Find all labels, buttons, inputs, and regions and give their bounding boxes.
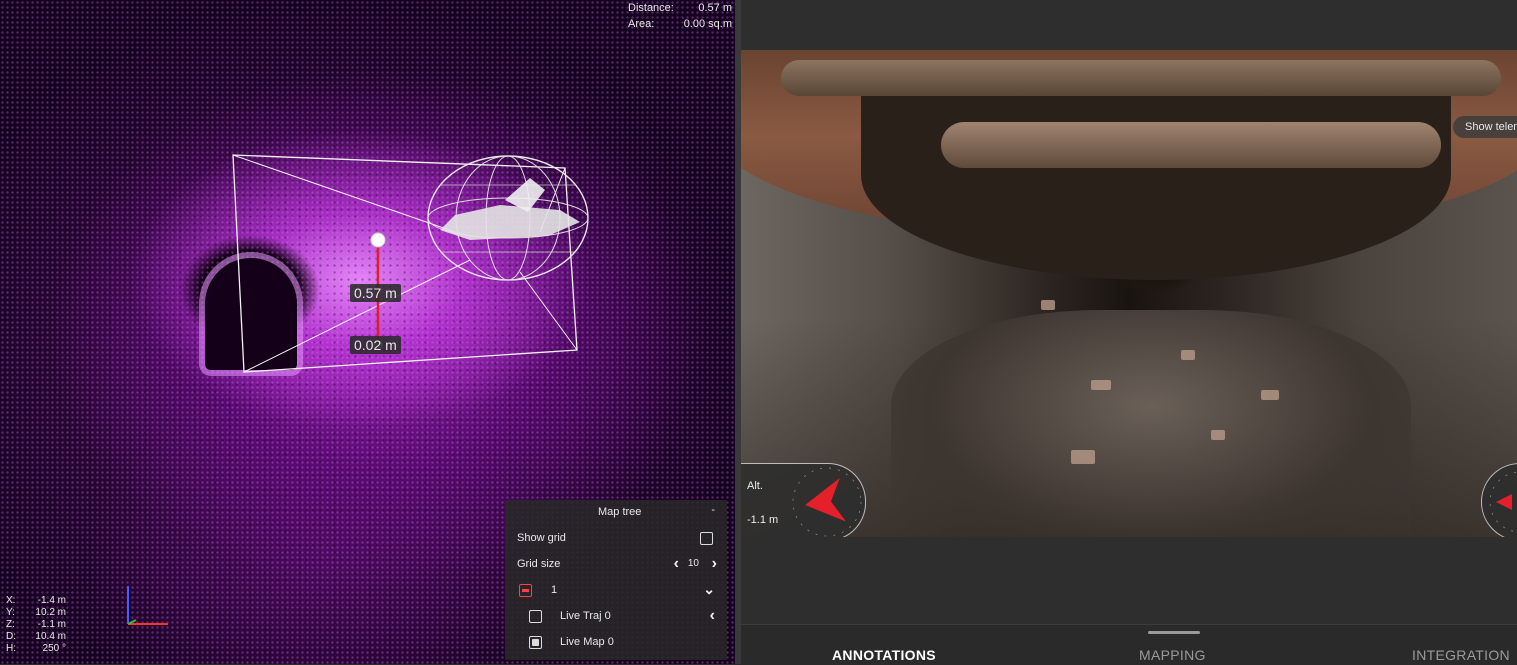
altitude-gauge: Alt. -1.1 m: [741, 463, 866, 537]
drawer-handle[interactable]: [1148, 631, 1200, 634]
live-map-checkbox[interactable]: [529, 636, 542, 649]
tab-integration[interactable]: INTEGRATION: [1412, 647, 1510, 663]
grid-size-label: Grid size: [517, 558, 561, 570]
coord-d-label: D:: [6, 631, 16, 642]
live-traj-checkbox[interactable]: [529, 610, 542, 623]
chevron-left-icon[interactable]: ‹: [710, 608, 715, 624]
height-measure-label: 0.57 m: [350, 284, 401, 302]
altitude-arrow-icon: [792, 467, 862, 537]
debris-chunk: [1261, 390, 1279, 400]
coord-x-value: -1.4 m: [37, 595, 66, 606]
bottom-tab-bar: ANNOTATIONS MAPPING INTEGRATION: [741, 624, 1517, 665]
compass-arrow-icon: [1489, 471, 1517, 533]
compass-gauge: [1481, 463, 1517, 537]
debris-chunk: [1041, 300, 1055, 310]
distance-label: Distance:: [628, 2, 674, 14]
grid-size-row: Grid size ‹ 10 ›: [517, 556, 717, 578]
camera-feed: Show telemetry Alt. -1.1 m: [741, 50, 1517, 537]
map-tree-panel: Map tree - Show grid Grid size ‹ 10 › 1 …: [505, 500, 727, 660]
show-grid-checkbox[interactable]: [700, 532, 713, 545]
coord-h-value: 250 °: [42, 643, 66, 654]
grid-size-value: 10: [687, 558, 699, 569]
tunnel-interior: [861, 70, 1451, 280]
coord-x-label: X:: [6, 595, 16, 606]
tab-annotations[interactable]: ANNOTATIONS: [832, 647, 936, 663]
coord-h-label: H:: [6, 643, 16, 654]
grid-size-decrease-icon[interactable]: ‹: [674, 556, 679, 572]
area-label: Area:: [628, 18, 655, 30]
coord-y-label: Y:: [6, 607, 15, 618]
pipe-upper: [781, 60, 1501, 96]
live-map-label: Live Map 0: [560, 636, 614, 648]
debris-chunk: [1211, 430, 1225, 440]
coord-z-label: Z:: [6, 619, 15, 630]
live-traj-label: Live Traj 0: [560, 610, 611, 622]
axis-gizmo: [127, 586, 168, 625]
map-tree-item-live-traj[interactable]: Live Traj 0 ‹: [517, 608, 717, 630]
show-telemetry-button[interactable]: Show telemetry: [1453, 116, 1517, 138]
coord-d-value: 10.4 m: [35, 631, 66, 642]
tab-mapping[interactable]: MAPPING: [1139, 647, 1206, 663]
coord-z-value: -1.1 m: [37, 619, 66, 630]
layer-name: 1: [551, 584, 558, 596]
map-tree-title: Map tree: [598, 506, 642, 518]
pipe-lower: [941, 122, 1441, 168]
chevron-down-icon[interactable]: ⌄: [703, 582, 715, 596]
grid-size-increase-icon[interactable]: ›: [712, 556, 717, 572]
camera-panel: Show telemetry Alt. -1.1 m ANNOTATIONS M…: [741, 0, 1517, 665]
layer-toggle-checkbox[interactable]: [519, 584, 532, 597]
map-tree-minimize-button[interactable]: -: [711, 504, 715, 516]
position-readout: X: -1.4 m Y: 10.2 m Z: -1.1 m D: 10.4 m H: 25…: [6, 595, 66, 655]
area-value: 0.00 sq.m: [683, 18, 732, 30]
point-cloud-viewer[interactable]: 0.57 m 0.02 m Distance: 0.57 m Area: 0.00 …: [0, 0, 735, 664]
coord-y-value: 10.2 m: [35, 607, 66, 618]
layer-row[interactable]: 1 ⌄: [517, 582, 717, 604]
debris-chunk: [1071, 450, 1095, 464]
show-grid-label: Show grid: [517, 532, 566, 544]
map-tree-item-live-map[interactable]: Live Map 0: [517, 636, 717, 656]
debris-chunk: [1091, 380, 1111, 390]
measurement-readout: Distance: 0.57 m Area: 0.00 sq.m: [628, 0, 732, 32]
debris-floor: [891, 310, 1411, 537]
base-measure-label: 0.02 m: [350, 336, 401, 354]
drone-cage-icon: [427, 155, 589, 281]
measure-point-top: [370, 232, 386, 248]
show-grid-row: Show grid: [517, 532, 717, 552]
debris-chunk: [1181, 350, 1195, 360]
distance-value: 0.57 m: [698, 2, 732, 14]
